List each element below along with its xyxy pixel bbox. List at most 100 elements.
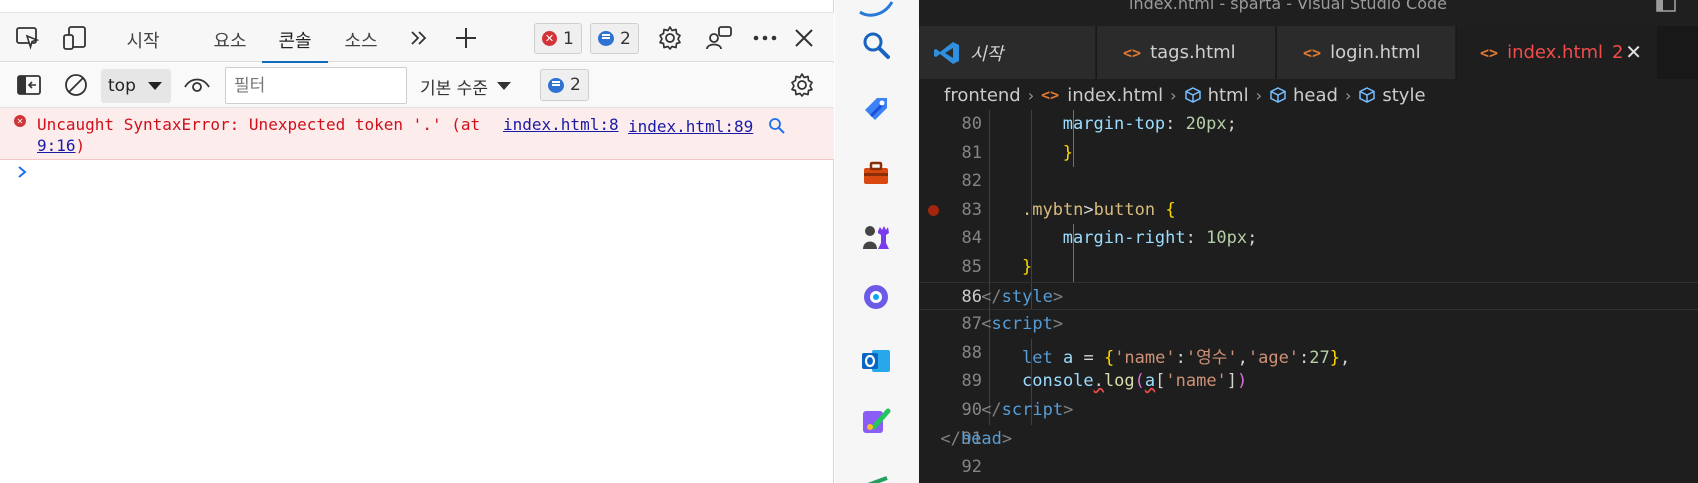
code-line[interactable]: 86 </style>	[919, 281, 1698, 310]
clear-console-icon[interactable]	[58, 70, 94, 100]
tab-label: 시작	[970, 43, 1004, 65]
extensions-tag-icon[interactable]	[856, 89, 896, 129]
code-line[interactable]: 85}	[919, 253, 1698, 281]
error-count-badge[interactable]: ✕ 1	[534, 23, 582, 54]
code-token: button	[1093, 199, 1156, 220]
tab-welcome[interactable]: 시작	[113, 23, 173, 63]
console-error-message: ✕ Uncaught SyntaxError: Unexpected token…	[0, 108, 834, 160]
edge-logo-icon[interactable]	[856, 0, 896, 26]
outlook-icon[interactable]	[856, 341, 896, 381]
tab-label: tags.html	[1150, 42, 1236, 63]
tab-console[interactable]: 콘솔	[262, 23, 328, 63]
symbol-cube-icon	[1184, 87, 1201, 103]
code-token: console	[1022, 371, 1094, 392]
code-line[interactable]: 83 .mybtn>button {	[919, 196, 1698, 224]
code-text: </head>	[940, 429, 1012, 449]
live-expression-eye-icon[interactable]	[179, 70, 215, 100]
tab-tags-html[interactable]: <> tags.html	[1097, 26, 1276, 79]
code-line[interactable]: 81}	[919, 139, 1698, 167]
breadcrumb-separator-icon: ›	[1027, 85, 1035, 105]
code-token: a	[1062, 347, 1074, 368]
code-token: <	[981, 314, 992, 335]
code-line[interactable]: 92	[919, 453, 1698, 481]
breadcrumb-file[interactable]: <> index.html	[1041, 85, 1163, 106]
code-line[interactable]: 82	[919, 167, 1698, 195]
message-icon	[598, 31, 614, 46]
tab-login-html[interactable]: <> login.html	[1277, 26, 1456, 79]
code-text: </script>	[981, 400, 1073, 420]
filter-input[interactable]	[225, 67, 407, 104]
chevron-down-icon	[148, 82, 162, 90]
tab-index-html[interactable]: <> index.html 2 ✕	[1457, 26, 1657, 79]
html-file-icon: <>	[1041, 86, 1060, 104]
log-level-select[interactable]: 기본 수준	[420, 70, 511, 102]
line-number: 92	[961, 457, 982, 478]
search-icon[interactable]	[856, 25, 896, 65]
code-line[interactable]: 87 <script>	[919, 310, 1698, 338]
code-line[interactable]: 84 margin-right: 10px;	[919, 224, 1698, 252]
paint-icon[interactable]	[856, 401, 896, 441]
breadcrumb-symbol-html[interactable]: html	[1184, 85, 1249, 106]
console-settings-gear-icon[interactable]	[784, 70, 820, 100]
error-location-link[interactable]: index.html:8	[503, 115, 619, 134]
code-text: margin-top: 20px;	[1063, 114, 1237, 134]
problem-count: 2	[1612, 42, 1624, 63]
tab-welcome[interactable]: 시작	[919, 26, 1096, 79]
layout-panel-icon[interactable]	[1655, 0, 1677, 14]
message-count-badge[interactable]: 2	[590, 23, 639, 54]
code-editor[interactable]: 80 margin-top: 20px; 81} 82 83 .mybtn>button …	[919, 110, 1698, 483]
breadcrumb-file-label: index.html	[1067, 84, 1164, 106]
device-emulation-icon[interactable]	[57, 23, 93, 53]
tab-sources[interactable]: 소스	[335, 23, 387, 63]
breadcrumb-symbol-style[interactable]: style	[1358, 85, 1426, 106]
tab-label: index.html	[1507, 42, 1604, 63]
code-token: }	[1022, 257, 1033, 277]
code-line[interactable]: 90 </script>	[919, 396, 1698, 424]
breadcrumb-separator-icon: ›	[1255, 85, 1262, 105]
code-token: .	[1093, 371, 1104, 392]
settings-gear-icon[interactable]	[652, 23, 688, 53]
code-token: :	[1185, 228, 1207, 249]
issues-count-badge[interactable]: 2	[540, 69, 589, 101]
copilot-icon[interactable]	[856, 277, 896, 317]
more-tabs-chevron-icon[interactable]	[401, 23, 437, 53]
error-location-link-wrap[interactable]: 9:16	[37, 136, 76, 155]
code-token: (	[1134, 371, 1145, 392]
context-select[interactable]: top	[101, 69, 171, 103]
add-tool-plus-icon[interactable]	[448, 23, 484, 53]
code-line[interactable]: 80 margin-top: 20px;	[919, 110, 1698, 138]
code-token: 10px	[1206, 228, 1248, 249]
toolbox-icon[interactable]	[856, 153, 896, 193]
code-token: script	[1001, 400, 1064, 420]
more-apps-icon[interactable]	[856, 460, 896, 483]
chess-icon[interactable]	[856, 217, 896, 257]
inspect-element-icon[interactable]	[10, 23, 46, 53]
search-web-icon[interactable]	[768, 117, 786, 139]
code-token: 'age'	[1247, 347, 1300, 368]
tab-elements[interactable]: 요소	[204, 23, 256, 63]
code-line[interactable]: 88 let a = {'name':'영수','age':27},	[919, 339, 1698, 368]
log-level-value: 기본 수준	[420, 78, 488, 99]
breadcrumb-label: head	[1293, 84, 1338, 106]
error-source-link[interactable]: index.html:89	[628, 117, 753, 136]
close-tab-icon[interactable]: ✕	[1625, 40, 1642, 64]
toggle-sidebar-icon[interactable]	[11, 70, 47, 100]
code-line[interactable]: 91 </head>	[919, 425, 1698, 453]
code-token: {	[1103, 347, 1115, 368]
feedback-icon[interactable]	[701, 23, 737, 53]
more-options-icon[interactable]	[747, 23, 783, 53]
code-token: >	[1001, 428, 1013, 449]
line-number: 85	[961, 257, 982, 277]
code-line[interactable]: 89 console.log(a['name'])	[919, 367, 1698, 395]
code-token: >	[1052, 314, 1064, 335]
console-prompt-chevron-icon[interactable]	[17, 165, 27, 183]
devtools-pane: 시작 요소 콘솔 소스 ✕ 1 2 top 필터 기본 수준 2 ✕ Uncau…	[0, 0, 834, 483]
code-token: ,	[1340, 347, 1351, 368]
code-token: margin-right	[1062, 228, 1186, 249]
breadcrumb-symbol-head[interactable]: head	[1269, 85, 1338, 106]
breadcrumb-folder[interactable]: frontend	[944, 85, 1021, 106]
code-text: </style>	[981, 287, 1063, 307]
line-number: 82	[961, 171, 982, 192]
close-devtools-icon[interactable]	[786, 23, 822, 53]
breadcrumb-separator-icon: ›	[1344, 85, 1352, 105]
